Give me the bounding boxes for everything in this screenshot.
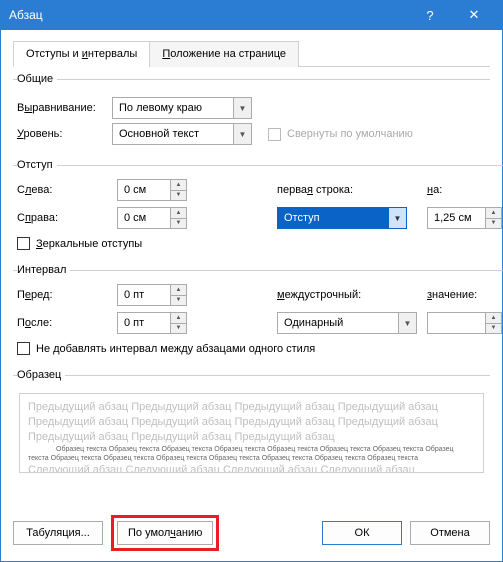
- label-right: Справа:: [17, 212, 117, 224]
- label-mirror: Зеркальные отступы: [36, 238, 142, 250]
- spin-by[interactable]: 1,25 см ▲▼: [427, 207, 502, 229]
- label-at: значение:: [427, 289, 503, 301]
- spinner-icon[interactable]: ▲▼: [170, 180, 186, 200]
- spinner-icon[interactable]: ▲▼: [485, 313, 501, 333]
- label-collapse: Свернуты по умолчанию: [287, 128, 413, 140]
- spin-at[interactable]: ▲▼: [427, 312, 502, 334]
- group-indent: Отступ Слева: 0 см ▲▼ первая строка: на:…: [13, 159, 503, 258]
- spin-right[interactable]: 0 см ▲▼: [117, 207, 187, 229]
- label-left: Слева:: [17, 184, 117, 196]
- ok-button[interactable]: ОК: [322, 521, 402, 545]
- chevron-down-icon[interactable]: ▼: [233, 98, 251, 118]
- highlight-default: По умолчанию: [111, 515, 219, 551]
- title-bar: Абзац ? ✕: [1, 0, 502, 30]
- spinner-icon[interactable]: ▲▼: [170, 208, 186, 228]
- spinner-icon[interactable]: ▲▼: [170, 285, 186, 305]
- label-nospace: Не добавлять интервал между абзацами одн…: [36, 343, 315, 355]
- legend-indent: Отступ: [17, 159, 57, 171]
- tab-position[interactable]: Положение на странице: [149, 41, 299, 67]
- combo-alignment[interactable]: По левому краю ▼: [112, 97, 252, 119]
- group-sample: Образец Предыдущий абзац Предыдущий абза…: [13, 369, 490, 477]
- spinner-icon[interactable]: ▲▼: [170, 313, 186, 333]
- cancel-button[interactable]: Отмена: [410, 521, 490, 545]
- spin-after[interactable]: 0 пт ▲▼: [117, 312, 187, 334]
- checkbox-nospace[interactable]: [17, 342, 30, 355]
- spinner-icon[interactable]: ▲▼: [485, 208, 501, 228]
- help-button[interactable]: ?: [410, 8, 450, 23]
- label-level: Уровень:: [17, 128, 112, 140]
- tabs-button[interactable]: Табуляция...: [13, 521, 103, 545]
- preview-prev: Предыдущий абзац Предыдущий абзац Предыд…: [28, 400, 475, 445]
- spin-left[interactable]: 0 см ▲▼: [117, 179, 187, 201]
- label-alignment: Выравнивание:: [17, 102, 112, 114]
- label-linespacing: междустрочный:: [277, 289, 417, 301]
- legend-general: Общие: [17, 73, 57, 85]
- combo-linespacing[interactable]: Одинарный ▼: [277, 312, 417, 334]
- label-after: После:: [17, 317, 117, 329]
- group-general: Общие Выравнивание: По левому краю ▼ Уро…: [13, 73, 490, 153]
- preview-box: Предыдущий абзац Предыдущий абзац Предыд…: [19, 393, 484, 473]
- spin-before[interactable]: 0 пт ▲▼: [117, 284, 187, 306]
- chevron-down-icon[interactable]: ▼: [233, 124, 251, 144]
- close-button[interactable]: ✕: [454, 7, 494, 23]
- tab-strip: Отступы и интервалы Положение на страниц…: [13, 40, 490, 67]
- combo-level[interactable]: Основной текст ▼: [112, 123, 252, 145]
- label-first-line: первая строка:: [277, 184, 407, 196]
- checkbox-collapse: [268, 128, 281, 141]
- combo-alignment-value: По левому краю: [113, 102, 233, 114]
- chevron-down-icon[interactable]: ▼: [388, 208, 406, 228]
- checkbox-mirror[interactable]: [17, 237, 30, 250]
- default-button[interactable]: По умолчанию: [117, 521, 213, 545]
- combo-level-value: Основной текст: [113, 128, 233, 140]
- legend-sample: Образец: [17, 369, 65, 381]
- combo-first-line[interactable]: Отступ ▼: [277, 207, 407, 229]
- label-by: на:: [427, 184, 503, 196]
- preview-sample: Образец текста Образец текста Образец те…: [28, 445, 475, 464]
- label-before: Перед:: [17, 289, 117, 301]
- tab-indents[interactable]: Отступы и интервалы: [13, 41, 150, 67]
- legend-interval: Интервал: [17, 264, 70, 276]
- preview-next: Следующий абзац Следующий абзац Следующи…: [28, 463, 475, 473]
- group-interval: Интервал Перед: 0 пт ▲▼ междустрочный: з…: [13, 264, 503, 363]
- window-title: Абзац: [9, 8, 410, 22]
- chevron-down-icon[interactable]: ▼: [398, 313, 416, 333]
